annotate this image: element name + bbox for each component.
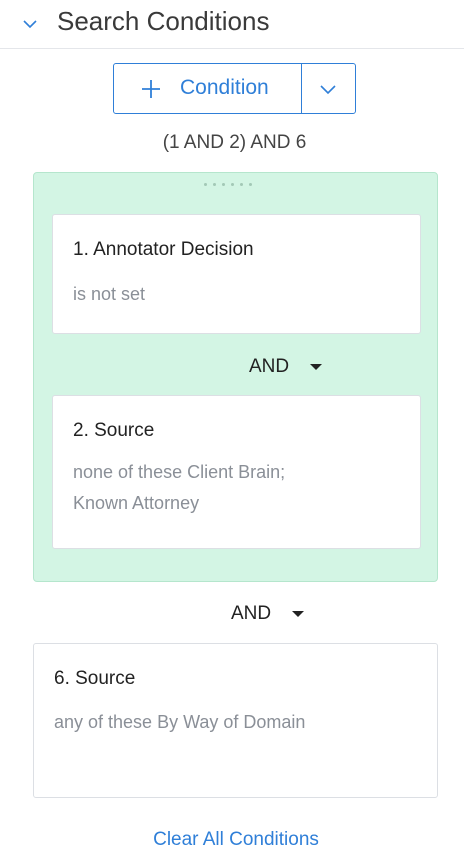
add-condition-label: Condition: [180, 76, 269, 99]
drag-dot: [222, 183, 225, 186]
drag-dot: [249, 183, 252, 186]
condition-description: any of these By Way of Domain: [54, 712, 306, 732]
condition-card-1[interactable]: 1. Annotator Decision is not set: [52, 214, 421, 334]
clear-all-conditions-link[interactable]: Clear All Conditions: [0, 829, 464, 851]
condition-group: 1. Annotator Decision is not set AND 2. …: [33, 172, 438, 582]
condition-title: 6. Source: [54, 668, 136, 689]
condition-card-6[interactable]: 6. Source any of these By Way of Domain: [33, 643, 438, 798]
condition-expression: (1 AND 2) AND 6: [162, 132, 307, 153]
condition-description: is not set: [73, 284, 146, 304]
condition-title: 2. Source: [73, 420, 155, 441]
chevron-down-icon[interactable]: [22, 16, 38, 32]
drag-dot: [213, 183, 216, 186]
drag-dot: [240, 183, 243, 186]
group-operator-dropdown[interactable]: AND: [249, 356, 323, 378]
operator-label: AND: [249, 356, 290, 377]
caret-down-icon: [292, 611, 305, 617]
add-condition-split-button: Condition: [113, 63, 356, 114]
caret-down-icon: [310, 364, 323, 370]
drag-handle[interactable]: [204, 183, 264, 189]
plus-icon: [142, 80, 160, 98]
search-conditions-header[interactable]: Search Conditions: [0, 0, 464, 49]
add-condition-button[interactable]: Condition: [114, 64, 302, 113]
add-condition-dropdown-button[interactable]: [302, 64, 355, 113]
search-conditions-panel: Search Conditions Condition (1 AND 2) AN…: [0, 0, 464, 866]
condition-card-2[interactable]: 2. Source none of these Client Brain; Kn…: [52, 395, 421, 549]
chevron-down-icon: [320, 85, 336, 95]
condition-description: none of these Client Brain; Known Attorn…: [73, 462, 286, 513]
outer-operator-dropdown[interactable]: AND: [231, 603, 305, 625]
drag-dot: [204, 183, 207, 186]
drag-dot: [231, 183, 234, 186]
condition-title: 1. Annotator Decision: [73, 239, 254, 260]
operator-label: AND: [231, 603, 272, 624]
section-title: Search Conditions: [57, 6, 270, 36]
